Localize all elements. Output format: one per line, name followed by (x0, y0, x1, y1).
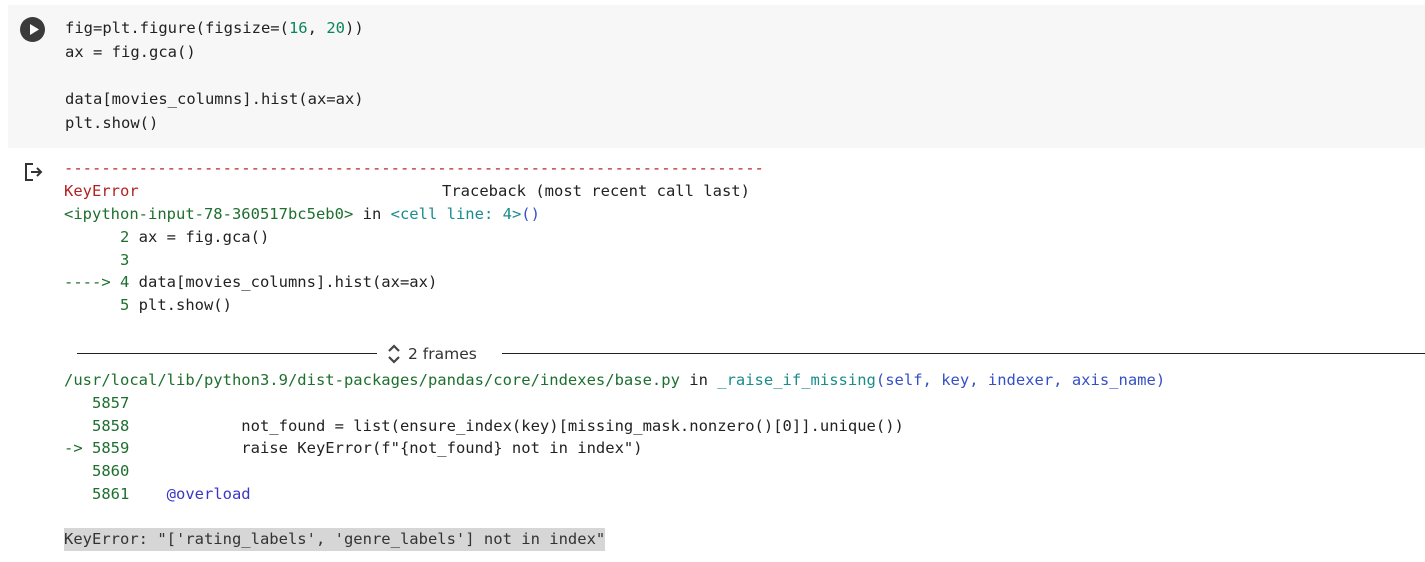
function-name: _raise_if_missing (717, 371, 876, 389)
function-args: (self, key, indexer, axis_name) (875, 371, 1166, 389)
line-number: 5 (64, 296, 139, 314)
tb-line: 3 (64, 249, 129, 272)
line-number: 5860 (64, 462, 130, 480)
output-arrow-icon[interactable] (24, 162, 46, 182)
tb-line: 5858 not_found = list(ensure_index(key)[… (64, 415, 904, 438)
in-word: in (353, 205, 391, 223)
expand-chevrons-icon (388, 344, 400, 364)
code-text: data[movies_columns].hist(ax=ax) (138, 273, 438, 291)
in-word: in (679, 371, 718, 389)
tb-line: 5 plt.show() (64, 294, 232, 317)
tb-line: 5860 (64, 460, 129, 483)
code-text: )) (344, 19, 364, 37)
code-text: raise KeyError(f"{not_found} not in inde… (129, 439, 643, 457)
code-text: , (307, 19, 327, 37)
code-line-2[interactable]: ax = fig.gca() (65, 41, 196, 64)
divider-line (77, 353, 377, 354)
code-line-4[interactable]: data[movies_columns].hist(ax=ax) (65, 88, 364, 111)
line-number: 3 (64, 251, 130, 269)
file-path: /usr/local/lib/python3.9/dist-packages/p… (64, 371, 680, 389)
traceback-location: <ipython-input-78-360517bc5eb0> in <cell… (64, 203, 540, 226)
number-literal: 20 (326, 19, 345, 37)
file-location: /usr/local/lib/python3.9/dist-packages/p… (64, 369, 1165, 392)
expand-frames-button[interactable]: 2 frames (382, 342, 481, 366)
code-line-5[interactable]: plt.show() (65, 112, 158, 135)
code-text: ax = fig.gca() (138, 228, 270, 246)
code-text: not_found = list(ensure_index(key)[missi… (129, 417, 904, 435)
tb-line: 5857 (64, 392, 129, 415)
error-divider: ----------------------------------------… (64, 159, 764, 177)
decorator: @overload (129, 485, 251, 503)
traceback-label: Traceback (most recent call last) (442, 182, 750, 200)
code-text: fig=plt.figure(figsize=( (65, 19, 289, 37)
error-name: KeyError (64, 182, 139, 200)
tb-line: 2 ax = fig.gca() (64, 226, 269, 249)
frames-label: 2 frames (408, 345, 477, 363)
final-error-message[interactable]: KeyError: "['rating_labels', 'genre_labe… (64, 528, 606, 551)
call-parens: () (521, 205, 540, 223)
number-literal: 16 (288, 19, 308, 37)
collapsed-frames-bar: 2 frames (77, 342, 1425, 366)
line-number: 5858 (64, 417, 130, 435)
run-cell-button[interactable] (20, 17, 45, 42)
tb-line-current: ----> 4 data[movies_columns].hist(ax=ax) (64, 271, 437, 294)
tb-line: 5861 @overload (64, 483, 251, 506)
line-number: 5857 (64, 394, 130, 412)
tb-line-current: -> 5859 raise KeyError(f"{not_found} not… (64, 437, 643, 460)
current-line-marker: ----> 4 (64, 273, 139, 291)
divider-line (502, 353, 1425, 354)
play-icon (30, 24, 39, 35)
input-reference: <ipython-input-78-360517bc5eb0> (64, 205, 354, 223)
code-line-1[interactable]: fig=plt.figure(figsize=(16, 20)) (65, 17, 364, 40)
cell-line-ref: <cell line: 4> (390, 205, 522, 223)
code-text: plt.show() (138, 296, 232, 314)
line-number: 5861 (64, 485, 130, 503)
current-line-marker: -> 5859 (64, 439, 130, 457)
line-number: 2 (64, 228, 139, 246)
